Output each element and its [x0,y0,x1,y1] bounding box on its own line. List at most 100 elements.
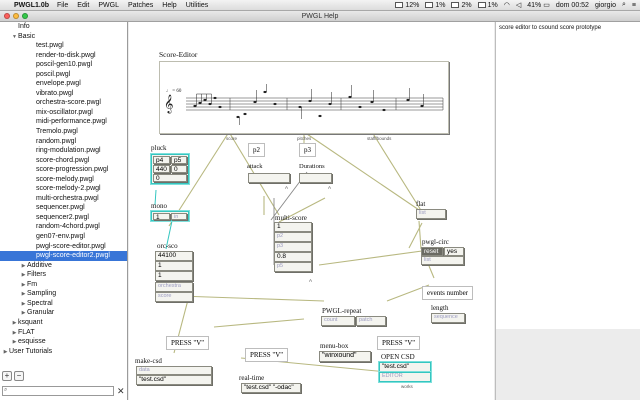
tree-item[interactable]: score-chord.pwgl [0,156,127,166]
orc-sco-sr[interactable]: 44100 [155,251,193,261]
p2-comment[interactable]: p2 [248,143,265,157]
real-time-box[interactable]: "test.csd" "-odac" [241,383,301,393]
make-csd-box[interactable]: data "test.csd" [136,366,214,387]
pwgl-repeat-box[interactable]: count patch [321,316,389,327]
multi-score-row-3[interactable]: p3 [274,242,312,252]
patch-canvas[interactable]: Score-Editor 𝄞 ♩ = 60 score pitches staf… [129,22,494,400]
sidebar-search-input[interactable]: ⌕ [2,386,114,396]
pwgl-circ-port-list[interactable]: list [421,256,464,265]
pluck-p4[interactable]: p4 [153,156,170,164]
make-csd-port-data[interactable]: data [136,366,212,375]
open-csd-filename[interactable]: "test.csd" [379,362,431,372]
attack-box[interactable] [248,173,290,183]
tree-item[interactable]: sequencer2.pwgl [0,213,127,223]
orc-sco-nchnls[interactable]: 1 [155,271,193,281]
disclosure-closed-icon[interactable]: ▶ [2,348,9,358]
pluck-p5[interactable]: p5 [171,156,187,164]
pwgl-circ-yes[interactable]: yes [444,247,464,256]
battery-status[interactable]: 41% ▭ [527,1,550,10]
tree-item[interactable]: score-melody-2.pwgl [0,184,127,194]
spotlight-icon[interactable]: ⌕ [622,1,626,9]
tree-item[interactable]: ▶ Filters [0,270,127,280]
tree-item[interactable]: vibrato.pwgl [0,89,127,99]
flat-box[interactable]: list [416,209,446,219]
multi-score-row-4[interactable]: 0.8 [274,252,312,262]
status-cpu-d[interactable]: 1% [477,2,498,9]
durations-box[interactable] [299,173,332,183]
orc-sco-port-orchestra[interactable]: orchestra [155,282,193,292]
make-csd-filename[interactable]: "test.csd" [136,375,212,385]
tree-item[interactable]: test.pwgl [0,41,127,51]
press-v-comment-1[interactable]: PRESS "V" [166,336,210,350]
tree-item[interactable]: ▶ Sampling [0,289,127,299]
score-editor-port-staff[interactable]: staff/bounds [367,136,391,141]
tree-item[interactable]: Tremolo.pwgl [0,127,127,137]
status-cpu-c[interactable]: 2% [451,2,472,9]
tree-item[interactable]: mix-oscillator.pwgl [0,108,127,118]
tree-item[interactable]: poscil.pwgl [0,70,127,80]
events-number-comment[interactable]: events number [422,286,474,300]
menu-app-name[interactable]: PWGL1.0b [14,2,49,9]
tree-item[interactable]: ▶ User Tutorials [0,347,127,357]
tree-item[interactable]: ▶ FLAT [0,328,127,338]
menu-patches[interactable]: Patches [128,2,153,9]
press-v-comment-3[interactable]: PRESS "V" [377,336,421,350]
multi-score-box[interactable]: 1 p2 p3 0.8 p5 [274,222,314,276]
tree-item[interactable]: envelope.pwgl [0,79,127,89]
menu-help[interactable]: Help [162,2,176,9]
minimize-window-button[interactable] [13,13,19,19]
user-name[interactable]: giorgio [595,2,616,9]
pwgl-repeat-port-patch[interactable]: patch [356,316,386,326]
tree-item[interactable]: ring-modulation.pwgl [0,146,127,156]
tree-item[interactable]: multi-orchestra.pwgl [0,194,127,204]
score-editor-port-pitches[interactable]: pitches [297,136,311,141]
multi-score-row-1[interactable]: 1 [274,222,312,232]
tree-item[interactable]: ▶ Spectral [0,299,127,309]
tree-item[interactable]: sequencer.pwgl [0,203,127,213]
pluck-value[interactable]: 0 [153,174,187,182]
close-window-button[interactable] [4,13,10,19]
status-cpu-a[interactable]: 12% [395,2,419,9]
tree-item[interactable]: gen07-env.pwgl [0,232,127,242]
tree-item[interactable]: pwgl-score-editor2.pwgl [0,251,127,261]
add-button[interactable]: + [2,371,12,381]
tree-item[interactable]: random.pwgl [0,137,127,147]
orc-sco-kr[interactable]: 1 [155,261,193,271]
score-editor-staff-view[interactable]: 𝄞 ♩ = 60 [159,61,449,134]
pwgl-circ-reset-button[interactable]: reset [421,247,443,256]
tree-item[interactable]: score-progression.pwgl [0,165,127,175]
menu-box-dropdown[interactable]: "winxound" [319,351,371,362]
tree-item[interactable]: ▶ Additive [0,261,127,271]
tree-item[interactable]: pwgl-score-editor.pwgl [0,242,127,252]
tree-item[interactable]: ▶ Granular [0,308,127,318]
mono-box[interactable]: 1 in [151,211,189,221]
tree-item[interactable]: ▶ ksquant [0,318,127,328]
status-cpu-b[interactable]: 1% [425,2,445,9]
tree-item[interactable]: score-melody.pwgl [0,175,127,185]
clear-search-button[interactable]: ✕ [117,386,125,396]
tree-item[interactable]: render-to-disk.pwgl [0,51,127,61]
pluck-amp[interactable]: 0 [171,165,187,173]
p3-comment[interactable]: p3 [299,143,316,157]
multi-score-row-5[interactable]: p5 [274,262,312,272]
tree-item[interactable]: ▶ esquisse [0,337,127,347]
list-icon[interactable]: ≡ [632,2,636,9]
tree-item[interactable]: orchestra-score.pwgl [0,98,127,108]
tree-item[interactable]: ▶ Fm [0,280,127,290]
tree-item[interactable]: Info [0,22,127,32]
tree-item[interactable]: ▼Basic [0,32,127,42]
clock[interactable]: dom 00:52 [556,2,589,9]
pluck-box[interactable]: p4 p5 440 0 0 [151,154,189,184]
menu-pwgl[interactable]: PWGL [98,2,119,9]
tree-item[interactable]: midi-performance.pwgl [0,117,127,127]
menu-utilities[interactable]: Utilities [186,2,209,9]
score-editor-port-score[interactable]: score [226,136,237,141]
press-v-comment-2[interactable]: PRESS "V" [245,348,289,362]
remove-button[interactable]: − [14,371,24,381]
pwgl-circ-box[interactable]: reset yes list [421,247,467,267]
open-csd-editor[interactable]: EDITOR [379,372,431,382]
window-titlebar[interactable]: PWGL Help [0,11,640,22]
menu-edit[interactable]: Edit [77,2,89,9]
pwgl-repeat-port-count[interactable]: count [321,316,355,326]
orc-sco-box[interactable]: 44100 1 1 orchestra score [155,251,195,307]
